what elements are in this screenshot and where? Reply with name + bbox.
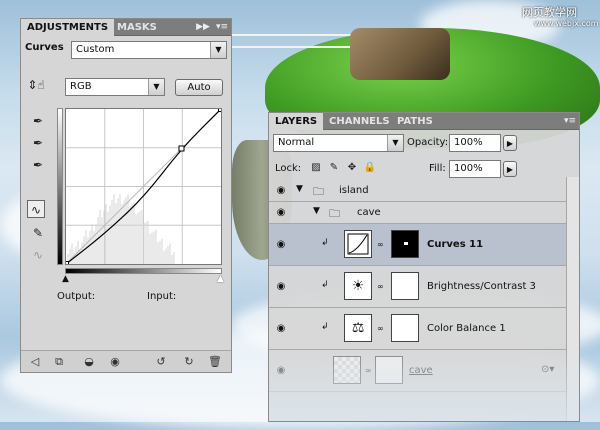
clip-arrow-icon: ↲ — [321, 322, 329, 332]
layer-mask-thumbnail[interactable] — [391, 272, 419, 300]
clip-arrow-icon: ↲ — [321, 280, 329, 290]
output-label: Output: — [57, 291, 96, 302]
smooth-icon[interactable]: ∿ — [29, 246, 47, 264]
opacity-value: 100% — [454, 137, 483, 148]
curve-control-point[interactable] — [218, 106, 224, 112]
tab-layers[interactable]: LAYERS — [269, 113, 324, 130]
channel-value: RGB — [70, 81, 92, 92]
group-name: island — [339, 185, 369, 196]
collapse-triangle-icon[interactable]: ▼ — [313, 206, 320, 216]
curve-point-tool-icon[interactable]: ∿ — [27, 200, 45, 218]
back-arrow-icon[interactable]: ◁ — [27, 354, 43, 370]
cave-rock — [350, 28, 450, 80]
adjustments-tabbar: ADJUSTMENTS MASKS ▶▶ ▾≡ — [21, 19, 231, 36]
chevron-down-icon: ▼ — [148, 79, 164, 95]
layer-mask-thumbnail[interactable] — [391, 314, 419, 342]
layer-group-island[interactable]: ◉ ▼ 🗀 island — [269, 180, 566, 202]
fill-arrow-icon[interactable]: ▶ — [503, 161, 517, 177]
chain-link-icon[interactable]: ∞ — [377, 324, 384, 333]
tab-masks[interactable]: MASKS — [111, 19, 163, 36]
panel-fade — [269, 348, 579, 421]
visibility-eye-icon[interactable]: ◉ — [271, 185, 291, 196]
preset-label: Curves — [25, 42, 64, 53]
visibility-eye-icon[interactable]: ◉ — [271, 323, 291, 334]
collapse-arrows-icon[interactable]: ▶▶ — [196, 21, 210, 34]
clip-to-layer-icon[interactable]: ◒ — [81, 354, 97, 370]
visibility-eye-icon[interactable]: ◉ — [107, 354, 123, 370]
white-point-eyedropper-icon[interactable]: ✒ — [29, 156, 47, 174]
fill-field[interactable]: 100% — [449, 160, 501, 178]
channel-dropdown[interactable]: RGB ▼ — [65, 78, 165, 96]
adjustments-bottom-bar: ◁ ⧉ ◒ ◉ ↺ ↻ 🗑 — [21, 350, 231, 372]
pencil-icon[interactable]: ✎ — [29, 224, 47, 242]
adjustments-panel: ADJUSTMENTS MASKS ▶▶ ▾≡ Curves Custom ▼ … — [20, 18, 232, 373]
curves-adjustment-icon — [344, 230, 372, 258]
blend-mode-value: Normal — [278, 137, 315, 148]
fill-label: Fill: — [429, 163, 446, 174]
group-name: cave — [357, 207, 381, 218]
folder-icon: 🗀 — [313, 185, 324, 198]
reset-icon[interactable]: ↻ — [181, 354, 197, 370]
tab-adjustments[interactable]: ADJUSTMENTS — [21, 19, 115, 36]
clip-arrow-icon: ↲ — [321, 238, 329, 248]
auto-button[interactable]: Auto — [175, 79, 223, 96]
layer-name: Curves 11 — [427, 239, 484, 250]
trash-icon[interactable]: 🗑 — [207, 354, 223, 370]
panel-menu-icon[interactable]: ▾≡ — [215, 21, 229, 34]
chain-link-icon[interactable]: ∞ — [377, 240, 384, 249]
layer-name: Brightness/Contrast 3 — [427, 281, 536, 292]
lock-paint-icon[interactable]: ✎ — [325, 159, 343, 177]
lock-label: Lock: — [275, 163, 302, 174]
layers-tabbar: LAYERS CHANNELS PATHS ▾≡ — [269, 113, 579, 130]
tab-channels[interactable]: CHANNELS — [323, 113, 396, 130]
gray-point-eyedropper-icon[interactable]: ✒ — [29, 134, 47, 152]
chain-link-icon[interactable]: ∞ — [377, 282, 384, 291]
curve-control-point[interactable] — [63, 261, 69, 267]
fill-value: 100% — [454, 163, 483, 174]
panel-menu-icon[interactable]: ▾≡ — [563, 115, 577, 128]
lock-move-icon[interactable]: ✥ — [343, 159, 361, 177]
layer-row-brightness-contrast[interactable]: ◉ ↲ ☀ ∞ Brightness/Contrast 3 — [269, 266, 566, 308]
output-gradient — [57, 108, 63, 265]
black-slider-icon[interactable]: ▲ — [62, 274, 69, 284]
expand-view-icon[interactable]: ⧉ — [51, 354, 67, 370]
previous-state-icon[interactable]: ↺ — [153, 354, 169, 370]
visibility-eye-icon[interactable]: ◉ — [271, 239, 291, 250]
chevron-down-icon: ▼ — [210, 42, 226, 58]
black-point-eyedropper-icon[interactable]: ✒ — [29, 112, 47, 130]
lock-transparency-icon[interactable]: ▨ — [307, 159, 325, 177]
preset-value: Custom — [76, 44, 115, 55]
input-gradient — [65, 268, 222, 274]
layer-name: Color Balance 1 — [427, 323, 506, 334]
curves-graph[interactable] — [63, 106, 224, 267]
chevron-down-icon: ▼ — [387, 135, 403, 151]
tab-paths[interactable]: PATHS — [391, 113, 439, 130]
layer-mask-thumbnail[interactable] — [391, 230, 419, 258]
collapse-triangle-icon[interactable]: ▼ — [296, 184, 303, 194]
histogram — [67, 194, 175, 264]
watermark-title: 网页教学网 — [522, 6, 577, 19]
layers-panel: LAYERS CHANNELS PATHS ▾≡ Normal ▼ Opacit… — [268, 112, 580, 422]
input-label: Input: — [147, 291, 177, 302]
on-image-adjust-icon[interactable]: ⇕☝ — [27, 76, 45, 94]
folder-icon: 🗀 — [329, 207, 340, 220]
brightness-contrast-icon: ☀ — [344, 272, 372, 300]
lock-all-icon[interactable]: 🔒 — [361, 159, 379, 177]
color-balance-icon: ⚖ — [344, 314, 372, 342]
blend-mode-dropdown[interactable]: Normal ▼ — [273, 134, 404, 152]
watermark-url: www.webjx.com — [534, 19, 599, 28]
layer-row-curves[interactable]: ◉ ↲ ∞ Curves 11 — [269, 224, 566, 266]
white-slider-icon[interactable]: ▲ — [217, 274, 224, 284]
layer-group-cave[interactable]: ◉ ▼ 🗀 cave — [269, 202, 566, 224]
curves-svg — [63, 106, 224, 267]
opacity-field[interactable]: 100% — [449, 134, 501, 152]
preset-dropdown[interactable]: Custom ▼ — [71, 41, 227, 59]
layer-row-color-balance[interactable]: ◉ ↲ ⚖ ∞ Color Balance 1 — [269, 308, 566, 350]
curve-control-point[interactable] — [178, 145, 185, 152]
visibility-eye-icon[interactable]: ◉ — [271, 207, 291, 218]
opacity-label: Opacity: — [407, 137, 449, 148]
visibility-eye-icon[interactable]: ◉ — [271, 281, 291, 292]
opacity-arrow-icon[interactable]: ▶ — [503, 135, 517, 151]
